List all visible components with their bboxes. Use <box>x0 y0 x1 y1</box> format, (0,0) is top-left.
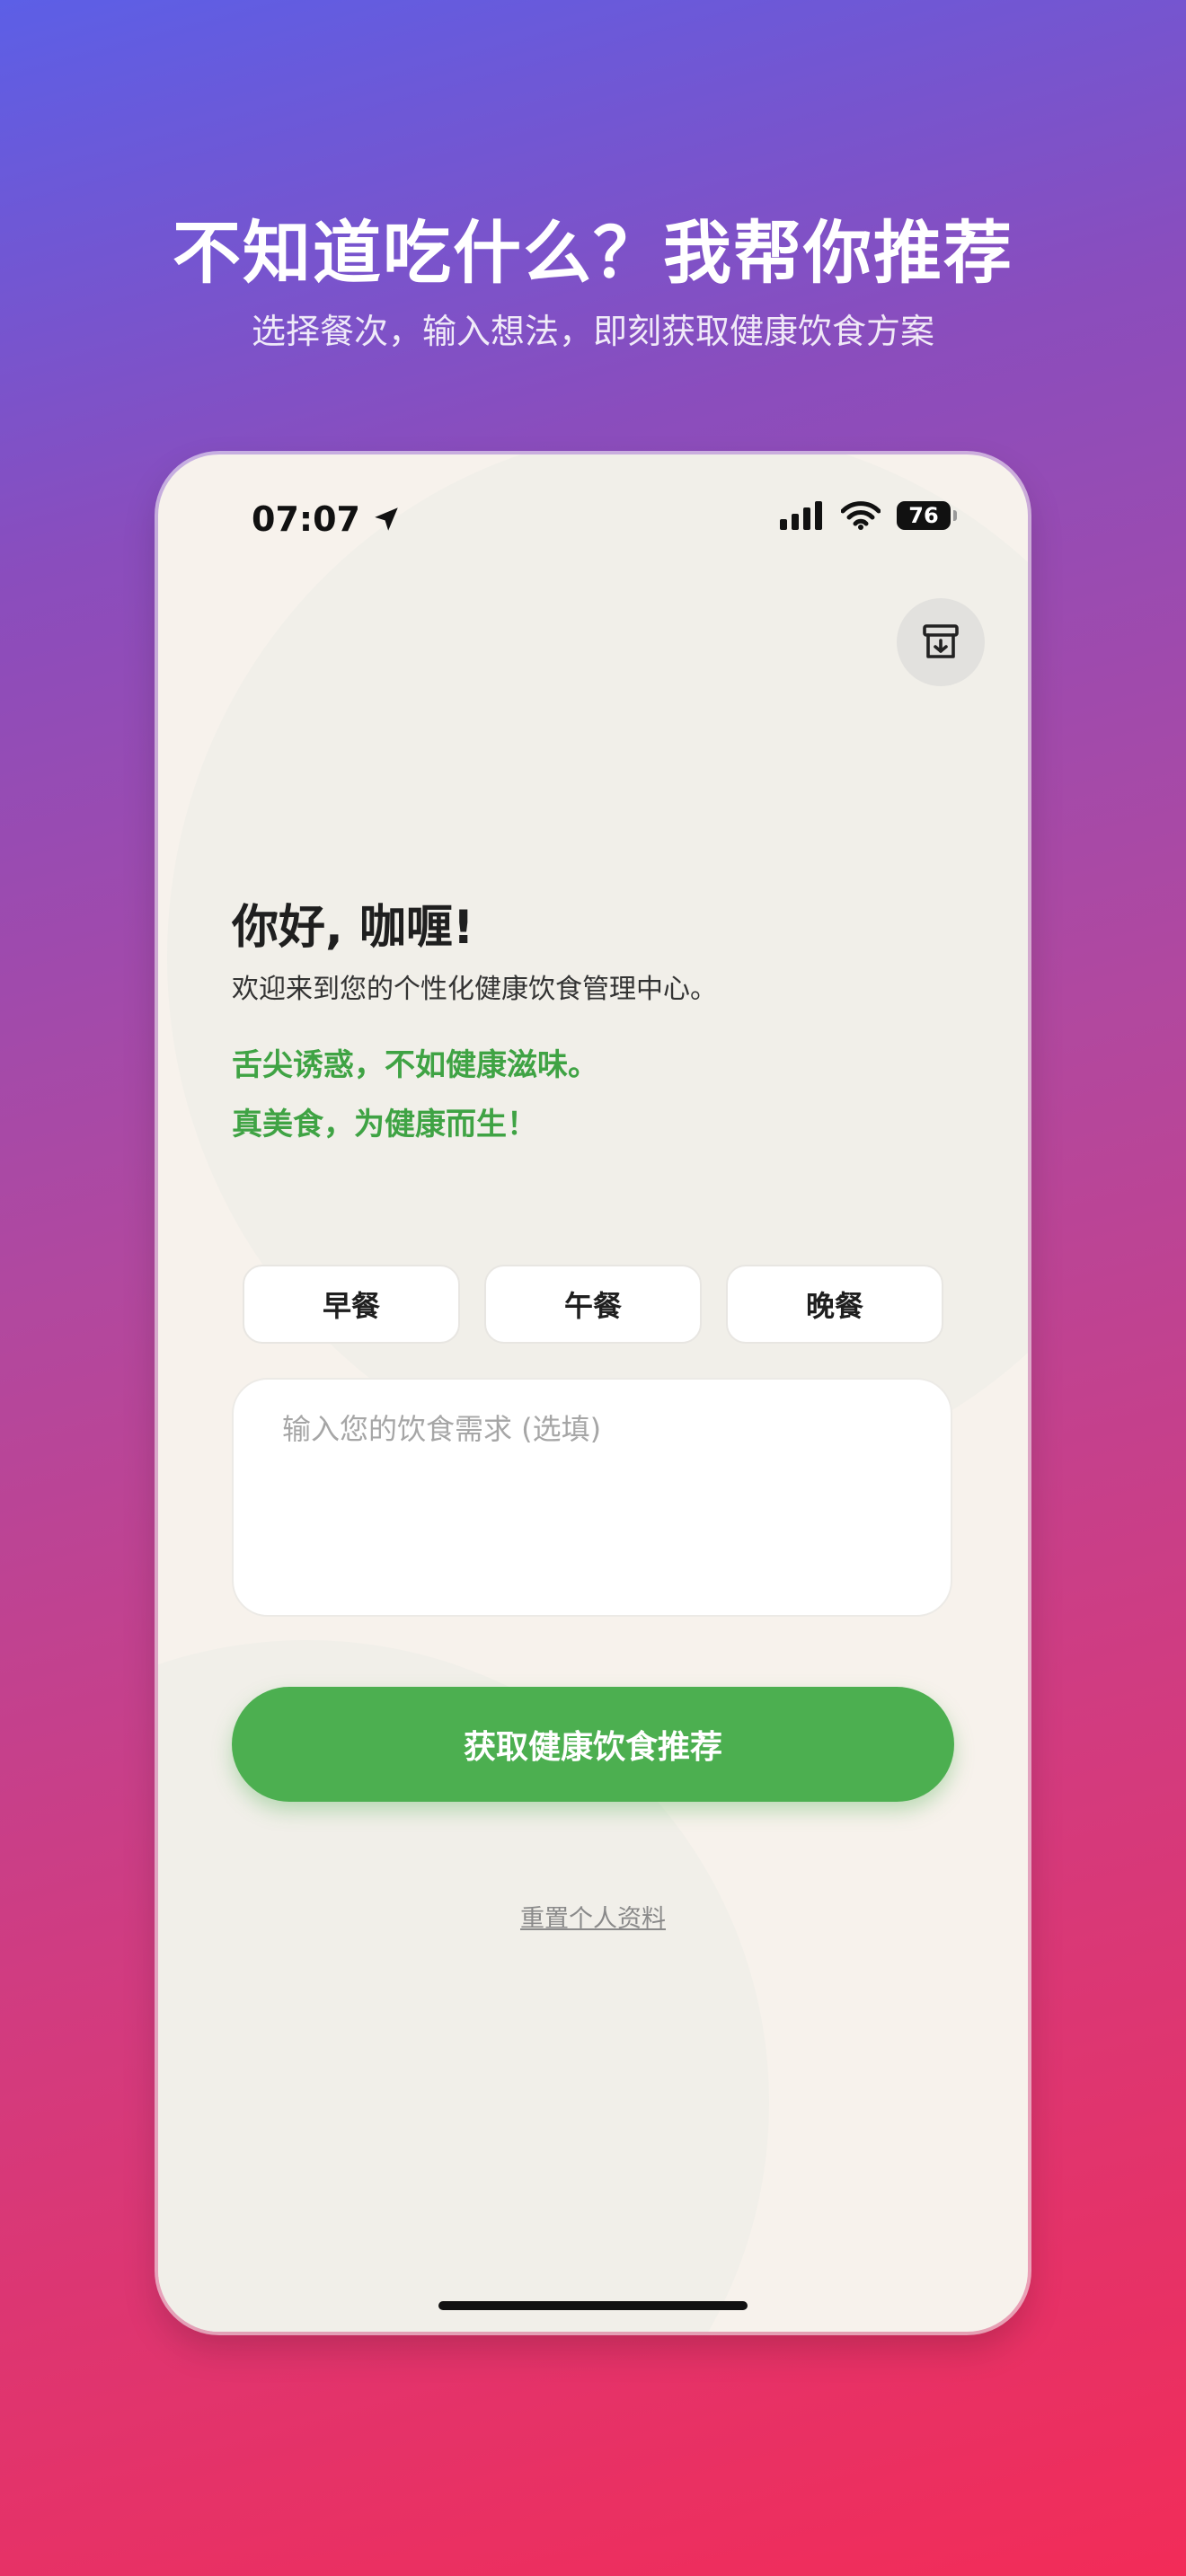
promo-headline: 不知道吃什么？我帮你推荐 <box>173 213 1013 293</box>
phone-screen: 07:07 76 你好, 咖喱! 欢迎来到您的个性化健康饮食管理中心。 舌尖诱惑… <box>158 454 1028 2332</box>
meal-button-dinner[interactable]: 晚餐 <box>726 1265 943 1344</box>
location-arrow-icon <box>375 507 398 531</box>
slogan-line-2: 真美食，为健康而生！ <box>232 1107 537 1142</box>
archive-button[interactable] <box>897 598 985 686</box>
archive-download-icon <box>923 624 959 658</box>
slogan-line-1: 舌尖诱惑，不如健康滋味。 <box>232 1047 598 1083</box>
get-recommendation-button[interactable]: 获取健康饮食推荐 <box>232 1687 954 1802</box>
wifi-icon <box>841 501 881 530</box>
greeting-title: 你好, 咖喱! <box>232 901 474 955</box>
cellular-signal-icon <box>780 501 822 530</box>
meal-button-lunch[interactable]: 午餐 <box>484 1265 702 1344</box>
status-bar-indicators: 76 <box>780 501 957 530</box>
home-indicator[interactable] <box>438 2301 748 2310</box>
status-time-text: 07:07 <box>252 499 360 539</box>
battery-indicator: 76 <box>897 501 957 530</box>
meal-button-breakfast[interactable]: 早餐 <box>243 1265 460 1344</box>
status-bar-time: 07:07 <box>252 499 402 539</box>
welcome-text: 欢迎来到您的个性化健康饮食管理中心。 <box>232 974 717 1005</box>
meal-selector: 早餐 午餐 晚餐 <box>243 1265 943 1344</box>
diet-request-input[interactable] <box>232 1378 952 1617</box>
reset-profile-link[interactable]: 重置个人资料 <box>158 1899 1028 1934</box>
promo-subheadline: 选择餐次，输入想法，即刻获取健康饮食方案 <box>251 312 934 351</box>
